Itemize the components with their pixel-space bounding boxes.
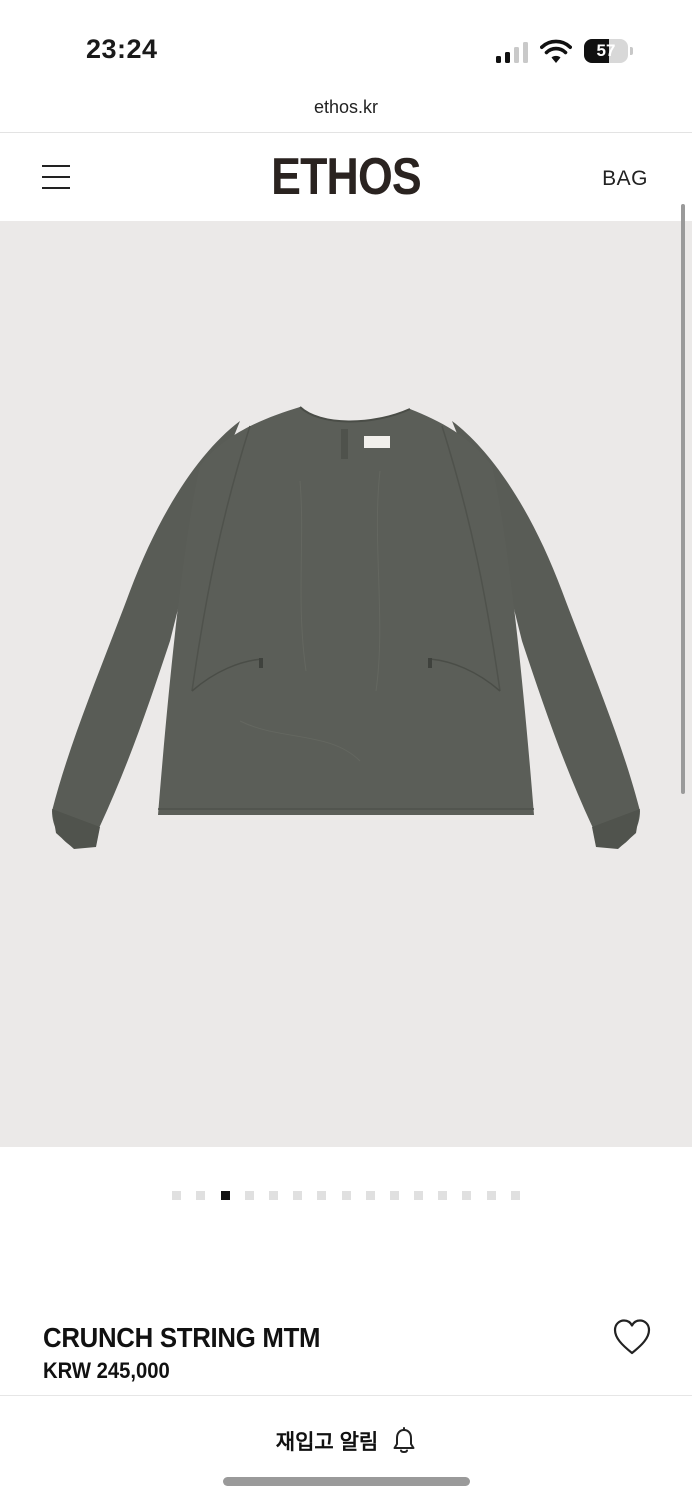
url-bar[interactable]: ethos.kr	[0, 90, 692, 132]
restock-label: 재입고 알림	[275, 1431, 379, 1454]
gallery-pagination	[0, 1191, 692, 1205]
battery-icon: 57	[584, 39, 634, 63]
menu-line	[42, 187, 70, 189]
hamburger-menu-icon[interactable]	[42, 165, 70, 189]
pagination-dot[interactable]	[293, 1191, 303, 1200]
cellular-signal-icon	[496, 41, 530, 63]
pagination-dot[interactable]	[486, 1191, 496, 1200]
status-bar: 23:24 57	[0, 0, 692, 90]
signal-bar	[523, 42, 528, 63]
bottom-action-bar: 재입고 알림	[0, 1395, 692, 1500]
signal-bar	[496, 56, 501, 63]
bag-link[interactable]: BAG	[602, 167, 648, 191]
menu-line	[42, 176, 70, 178]
product-image[interactable]	[0, 221, 692, 1147]
bell-icon	[393, 1427, 415, 1453]
battery-level: 57	[596, 41, 616, 60]
pagination-dot[interactable]	[196, 1191, 206, 1200]
wifi-icon	[540, 39, 572, 63]
pocket-zipper-pull	[259, 658, 263, 668]
pagination-dot[interactable]	[365, 1191, 375, 1200]
pagination-dot[interactable]	[389, 1191, 399, 1200]
menu-line	[42, 165, 70, 167]
status-time: 23:24	[86, 34, 158, 64]
signal-bar	[514, 47, 519, 63]
restock-notification-button[interactable]: 재입고 알림	[0, 1426, 692, 1466]
battery-body: 57	[584, 39, 628, 63]
pagination-dot[interactable]	[172, 1191, 182, 1200]
home-indicator[interactable]	[223, 1477, 470, 1486]
product-name: CRUNCH STRING MTM	[43, 1322, 321, 1353]
site-header: ETHOS BAG	[0, 133, 692, 221]
pagination-dot[interactable]	[244, 1191, 254, 1200]
pocket-zipper-pull	[428, 658, 432, 668]
site-logo[interactable]: ETHOS	[260, 147, 432, 207]
pagination-dot[interactable]	[510, 1191, 520, 1200]
garment-body	[158, 407, 534, 815]
scrollbar[interactable]	[681, 204, 685, 794]
neck-zipper	[341, 429, 348, 459]
pagination-dot[interactable]	[462, 1191, 472, 1200]
pagination-dot[interactable]	[268, 1191, 278, 1200]
pagination-dot-active[interactable]	[220, 1191, 230, 1200]
pagination-dot[interactable]	[438, 1191, 448, 1200]
signal-bar	[505, 52, 510, 63]
pagination-dot[interactable]	[317, 1191, 327, 1200]
pagination-dot[interactable]	[341, 1191, 351, 1200]
product-price: KRW 245,000	[43, 1358, 170, 1383]
pagination-dot[interactable]	[414, 1191, 424, 1200]
battery-nub	[630, 47, 633, 55]
page: 23:24 57 ethos.kr ETHOS BAG CRUNCH STRIN…	[0, 0, 692, 1500]
garment-illustration	[52, 406, 640, 849]
neck-label	[364, 436, 390, 448]
heart-outline-icon[interactable]	[612, 1318, 652, 1356]
